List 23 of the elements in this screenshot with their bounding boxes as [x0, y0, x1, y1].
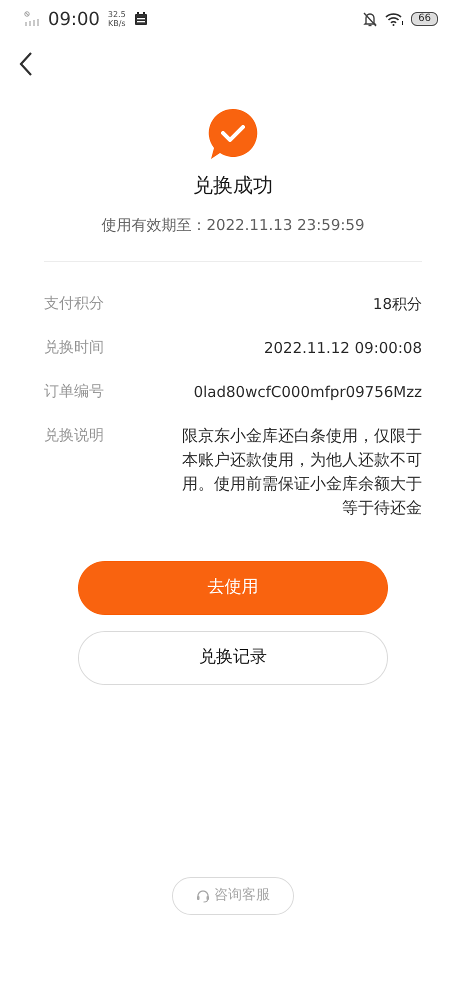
- detail-value: 2022.11.12 09:00:08: [264, 338, 422, 358]
- status-time: 09:00: [48, 8, 100, 32]
- detail-value: 限京东小金库还白条使用，仅限于本账户还款使用，为他人还款不可用。使用前需保证小金库余额大于等于待还金: [181, 424, 422, 518]
- use-button[interactable]: 去使用: [78, 560, 388, 614]
- success-check-icon: [207, 108, 259, 160]
- signal-icon: [24, 11, 40, 27]
- detail-label: 支付积分: [44, 292, 104, 314]
- detail-value: 0lad80wcfC000mfpr09756Mzz: [194, 382, 422, 402]
- headset-icon: [196, 888, 210, 902]
- customer-service-button[interactable]: 咨询客服: [172, 876, 294, 914]
- history-button[interactable]: 兑换记录: [78, 630, 388, 684]
- wifi-icon: [385, 12, 404, 26]
- detail-label: 订单编号: [44, 380, 104, 402]
- battery-indicator: 66: [411, 12, 438, 26]
- detail-label: 兑换时间: [44, 336, 104, 358]
- detail-label: 兑换说明: [44, 424, 104, 446]
- calendar-icon: [134, 12, 148, 26]
- back-button[interactable]: [18, 51, 34, 77]
- muted-bell-icon: [363, 12, 378, 26]
- network-speed: 32.5 KB/s: [108, 10, 126, 28]
- validity-text: 使用有效期至：2022.11.13 23:59:59: [101, 215, 365, 236]
- result-title: 兑换成功: [193, 172, 273, 199]
- detail-value: 18积分: [372, 294, 422, 314]
